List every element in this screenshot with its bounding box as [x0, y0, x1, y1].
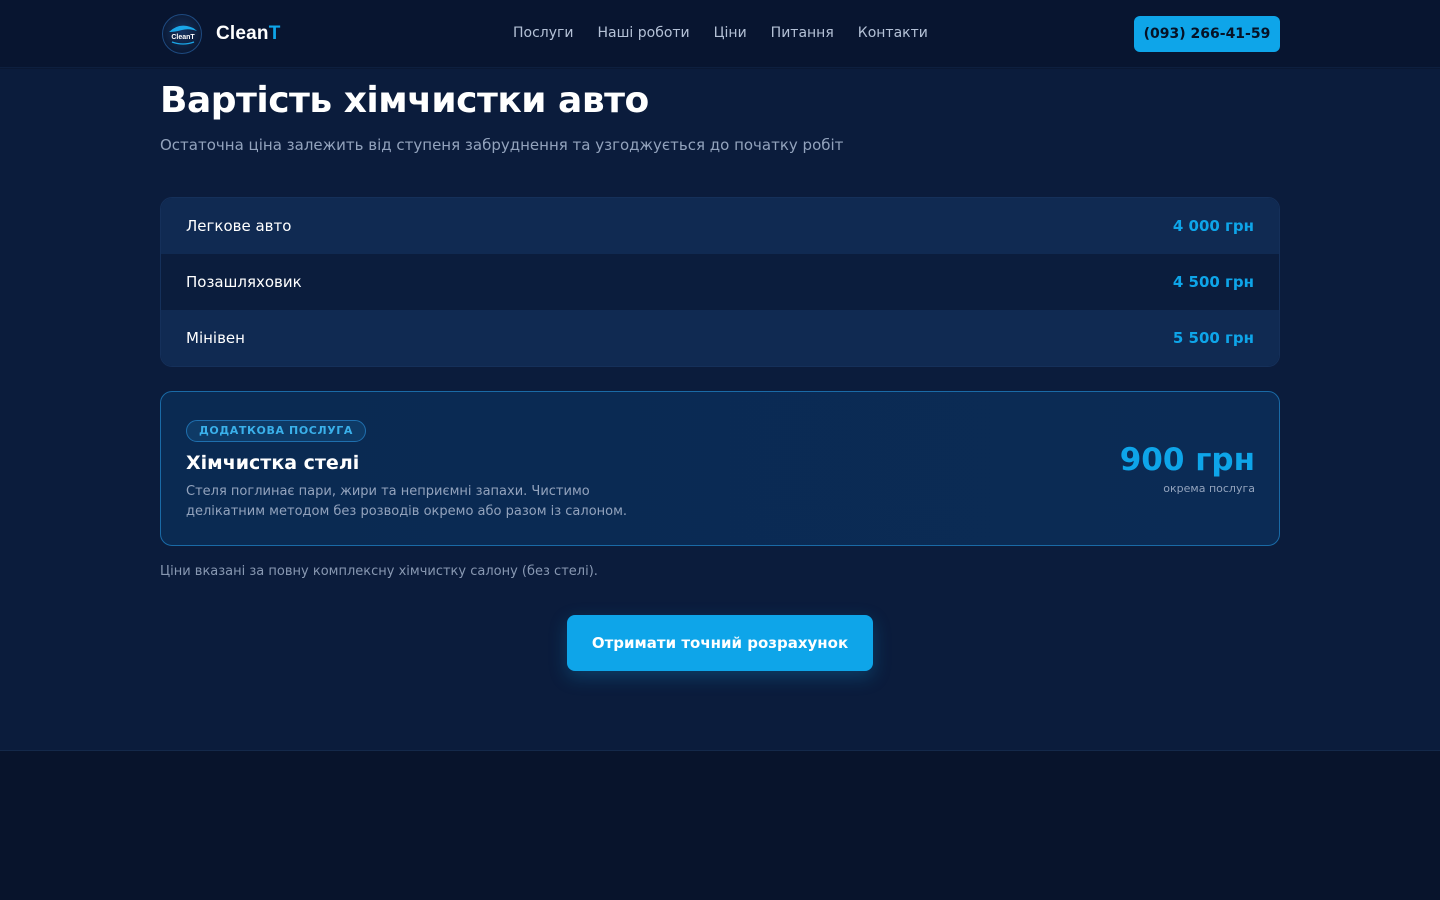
price-row: Мінівен 5 500 грн [161, 310, 1279, 366]
logo-name-accent: T [268, 23, 281, 44]
page-subtitle: Остаточна ціна залежить від ступеня забр… [160, 136, 844, 154]
logo-name: CleanT [216, 23, 281, 45]
price-row: Легкове авто 4 000 грн [161, 198, 1279, 254]
extra-service-card: ДОДАТКОВА ПОСЛУГА Хімчистка стелі Стеля … [160, 391, 1280, 546]
price-row-name: Мінівен [186, 329, 245, 347]
site-header: CleanT CleanT Послуги Наші роботи Ціни П… [0, 0, 1440, 68]
extra-service-badge: ДОДАТКОВА ПОСЛУГА [186, 420, 367, 442]
nav-link-services[interactable]: Послуги [513, 25, 573, 41]
price-row-value: 5 500 грн [1172, 329, 1254, 347]
page-title: Вартість хімчистки авто [160, 80, 649, 121]
nav-link-contacts[interactable]: Контакти [858, 25, 928, 41]
get-estimate-button[interactable]: Отримати точний розрахунок [567, 615, 873, 671]
logo-badge-text: CleanT [171, 34, 195, 41]
price-row: Позашляховик 4 500 грн [161, 254, 1279, 310]
price-row-name: Легкове авто [186, 217, 292, 235]
price-table: Легкове авто 4 000 грн Позашляховик 4 50… [160, 197, 1280, 367]
price-row-name: Позашляховик [186, 273, 302, 291]
extra-service-description: Стеля поглинає пари, жири та неприємні з… [186, 484, 628, 519]
logo-badge-icon: CleanT [162, 14, 202, 54]
nav-link-works[interactable]: Наші роботи [597, 25, 689, 41]
logo[interactable]: CleanT CleanT [162, 14, 281, 54]
main-nav: Послуги Наші роботи Ціни Питання Контакт… [513, 25, 952, 41]
logo-name-main: Clean [216, 23, 269, 44]
nav-link-faq[interactable]: Питання [771, 25, 834, 41]
nav-link-prices[interactable]: Ціни [714, 25, 747, 41]
lower-section [0, 751, 1440, 900]
extra-service-price: 900 грн [1119, 442, 1255, 478]
price-row-value: 4 500 грн [1172, 273, 1254, 291]
extra-service-title: Хімчистка стелі [186, 452, 360, 474]
phone-button[interactable]: (093) 266-41-59 [1134, 16, 1280, 52]
pricing-footnote: Ціни вказані за повну комплексну хімчист… [160, 564, 598, 579]
extra-service-note: окрема послуга [1163, 482, 1255, 495]
price-row-value: 4 000 грн [1172, 217, 1254, 235]
